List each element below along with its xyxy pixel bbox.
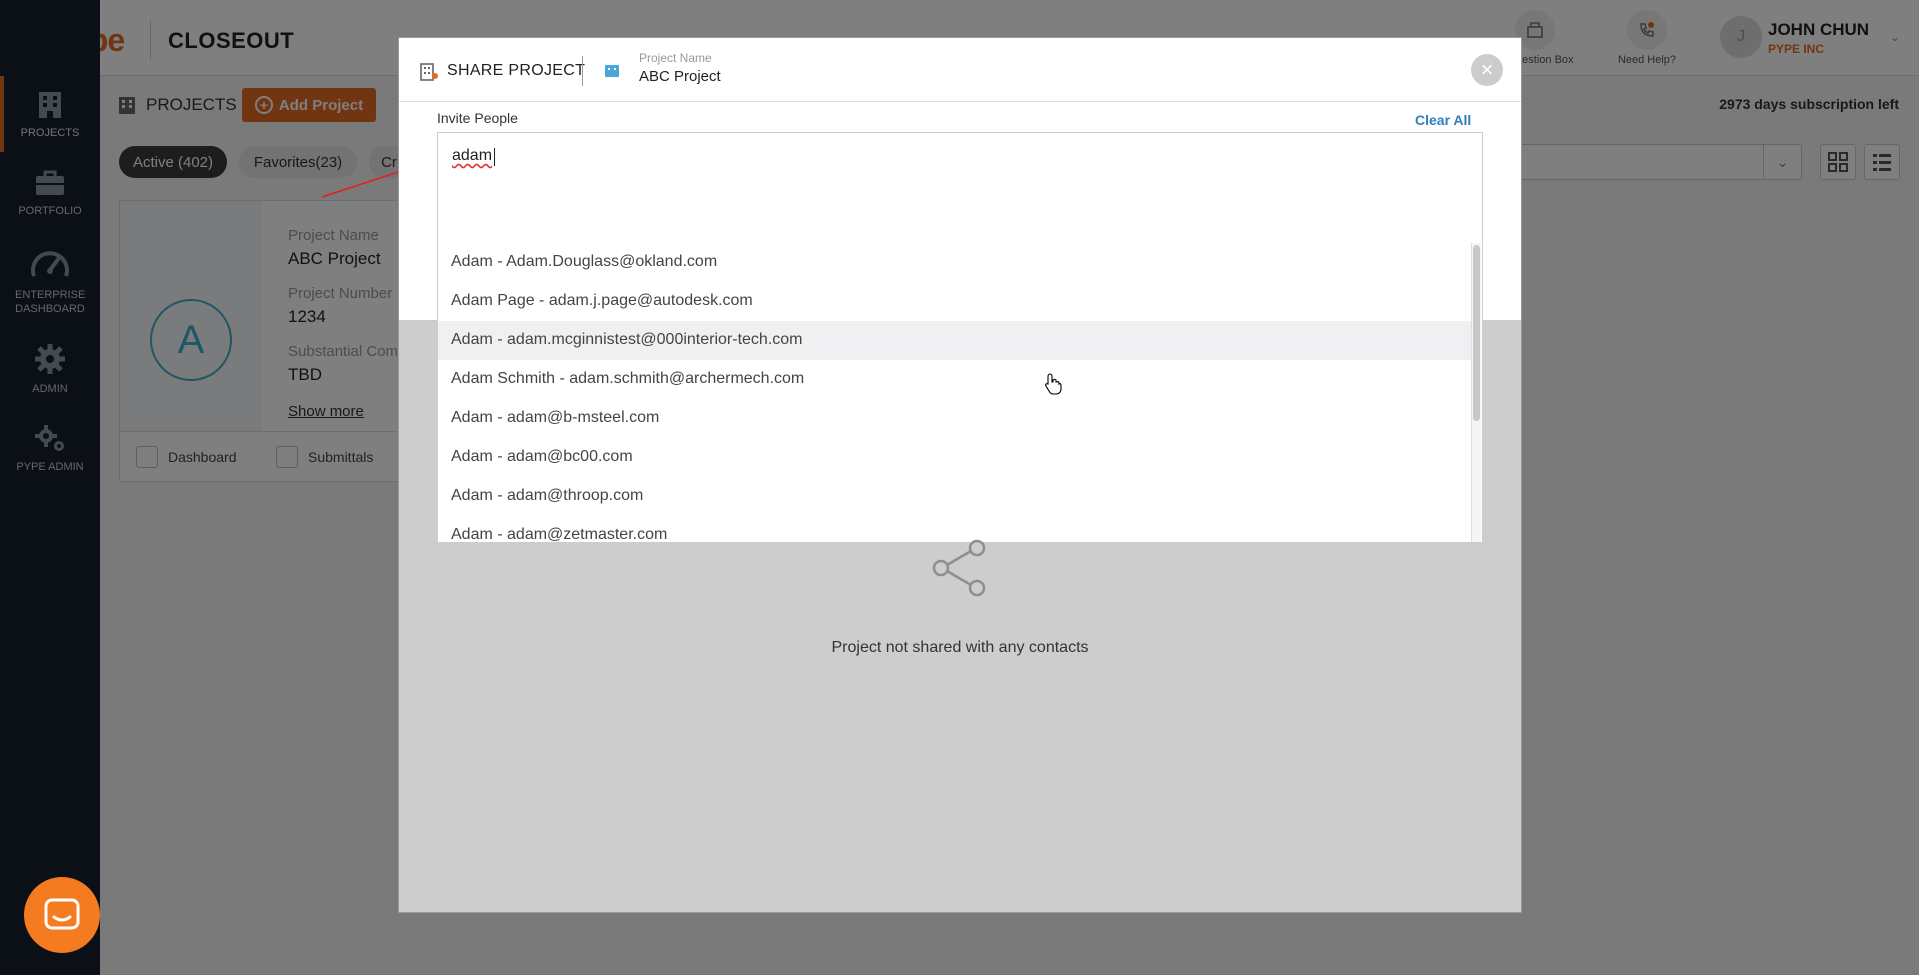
invite-people-label: Invite People — [437, 110, 518, 126]
project-name-label: Project Name — [639, 51, 712, 65]
suggestion-item[interactable]: Adam Schmith - adam.schmith@archermech.c… — [438, 360, 1472, 399]
text-caret — [494, 148, 495, 166]
suggestion-item[interactable]: Adam - adam@b-msteel.com — [438, 399, 1472, 438]
chat-icon — [44, 898, 80, 930]
suggestion-item[interactable]: Adam - adam@bc00.com — [438, 438, 1472, 477]
invite-people-input[interactable]: adam — [437, 132, 1483, 244]
suggestion-item[interactable]: Adam - adam@throop.com — [438, 477, 1472, 516]
project-building-icon — [605, 65, 619, 77]
close-button[interactable]: × — [1471, 54, 1503, 86]
suggestion-item[interactable]: Adam - Adam.Douglass@okland.com — [438, 243, 1472, 282]
suggestion-item[interactable]: Adam - adam.mcginnistest@000interior-tec… — [438, 321, 1472, 360]
modal-title: SHARE PROJECT — [419, 60, 585, 82]
clear-all-button[interactable]: Clear All — [1415, 112, 1471, 128]
scrollbar-thumb[interactable] — [1473, 245, 1480, 421]
suggestion-item[interactable]: Adam Page - adam.j.page@autodesk.com — [438, 282, 1472, 321]
suggestion-dropdown[interactable]: Adam - Adam.Douglass@okland.com Adam Pag… — [437, 243, 1483, 543]
hand-cursor-icon — [1045, 373, 1062, 395]
share-network-icon — [932, 539, 986, 597]
share-building-icon — [420, 63, 438, 81]
modal-header: SHARE PROJECT Project Name ABC Project × — [399, 38, 1521, 102]
empty-share-message: Project not shared with any contacts — [831, 639, 1089, 656]
share-project-modal: SHARE PROJECT Project Name ABC Project ×… — [398, 37, 1522, 913]
invite-input-text: adam — [452, 147, 493, 164]
header-divider — [582, 56, 583, 86]
close-icon: × — [1480, 57, 1494, 82]
dropdown-scrollbar[interactable] — [1471, 243, 1481, 542]
project-name-value: ABC Project — [639, 68, 721, 85]
modal-title-text: SHARE PROJECT — [447, 62, 586, 79]
chat-launcher-button[interactable] — [24, 877, 100, 953]
